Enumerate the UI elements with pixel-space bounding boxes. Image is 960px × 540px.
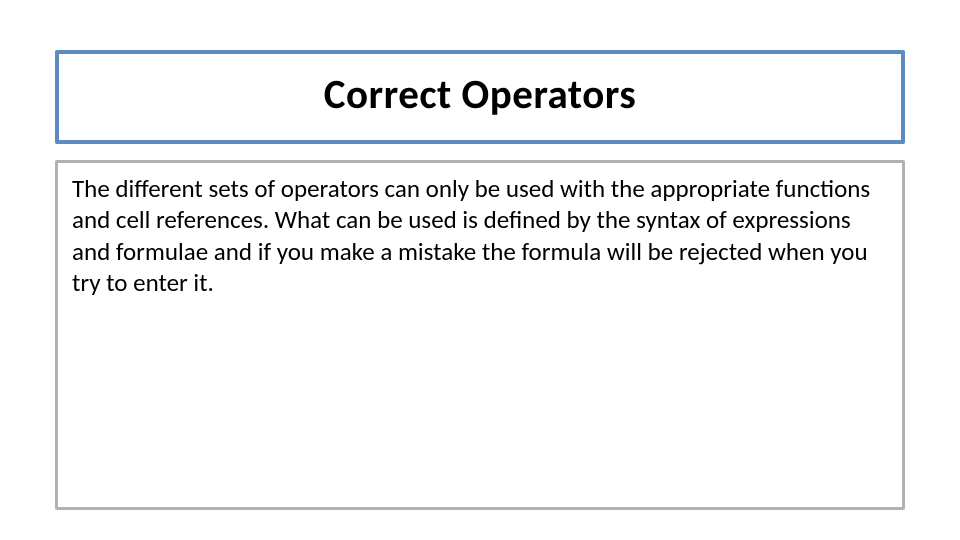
body-container: The different sets of operators can only… — [55, 160, 905, 510]
title-container: Correct Operators — [55, 50, 905, 144]
slide-body-text: The different sets of operators can only… — [72, 173, 888, 298]
slide-title: Correct Operators — [59, 70, 901, 120]
